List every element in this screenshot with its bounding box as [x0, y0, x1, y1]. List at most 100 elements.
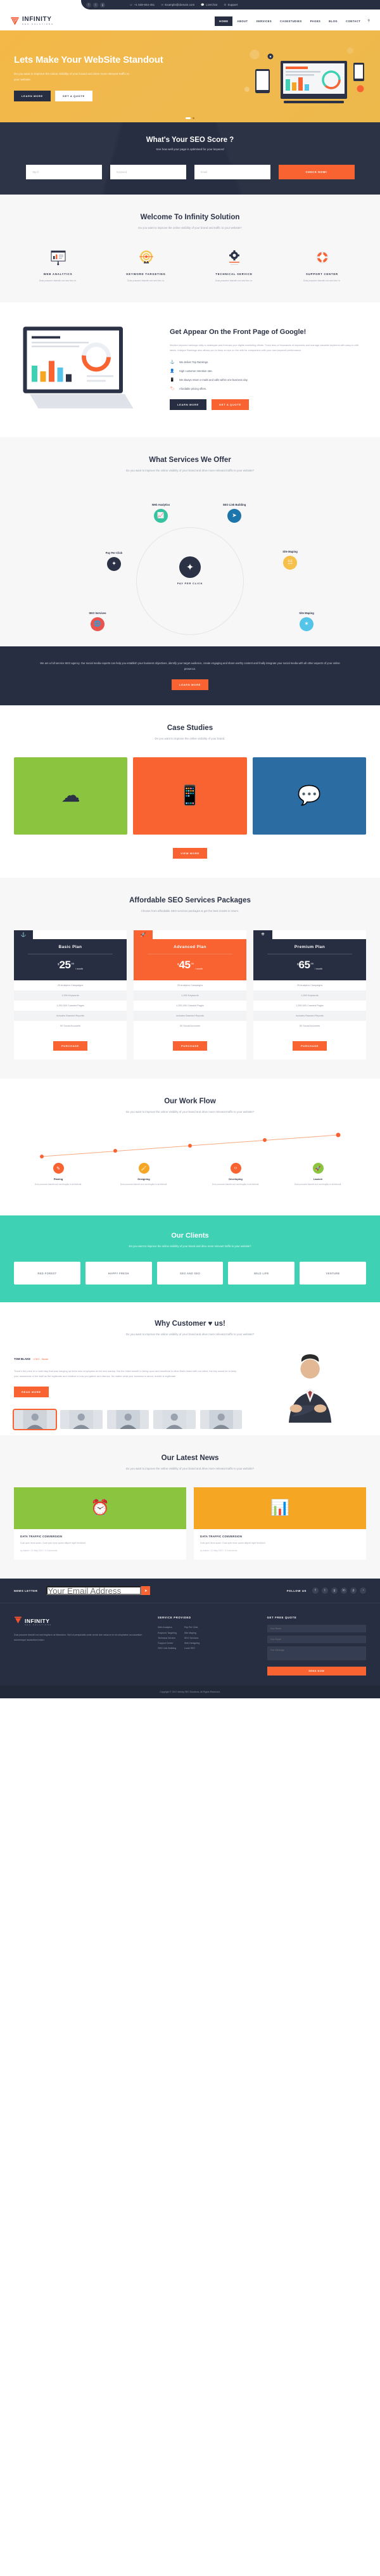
send-icon[interactable]: ➤	[141, 1586, 151, 1596]
service-node-site-maping-top[interactable]: Site Maping ☷	[268, 550, 312, 570]
case-study-card[interactable]: ☁	[14, 757, 128, 835]
client-logo[interactable]: RED FOREST	[14, 1262, 80, 1285]
quote-email-input[interactable]	[267, 1636, 367, 1644]
client-logo[interactable]: WILD LIFE	[228, 1262, 295, 1285]
quote-message-input[interactable]	[267, 1646, 367, 1661]
plan-footer: PURCHASE	[14, 1031, 127, 1060]
avatar[interactable]	[60, 1410, 103, 1430]
services-subtitle: Do you want to improve the online visibi…	[125, 469, 255, 473]
cursor-click-icon[interactable]: ✦	[179, 556, 201, 578]
workflow-step-planing[interactable]: ✎ Planing Duis posuere blandit orci sed …	[31, 1163, 86, 1186]
hero-get-quote-button[interactable]: GET A QUOTE	[54, 90, 92, 101]
nav-item-services[interactable]: SERVICES	[252, 17, 276, 25]
feature-card[interactable]: TECHNICAL SERVICE Duis posuere blandit o…	[190, 247, 278, 283]
facebook-icon[interactable]: f	[86, 2, 91, 8]
service-node-seo-link-building[interactable]: SEO Link Building ➤	[212, 503, 256, 523]
service-node-web-analytics[interactable]: Web Analytics 📈	[139, 503, 183, 523]
nav-item-contact[interactable]: CONTACT	[342, 17, 364, 25]
pricing-card-basic[interactable]: ⚓ Basic Plan $ 25 .99 / month 25 Analyti…	[14, 930, 127, 1060]
purchase-button[interactable]: PURCHASE	[172, 1041, 208, 1051]
footer-link[interactable]: Pay Per Click	[184, 1625, 200, 1630]
feature-card[interactable]: SUPPORT CENTER Duis posuere blandit orci…	[278, 247, 366, 283]
purchase-button[interactable]: PURCHASE	[53, 1041, 88, 1051]
footer-link[interactable]: SEO Services	[184, 1636, 200, 1641]
nav-item-casestudies[interactable]: CASESTUDIES	[276, 17, 306, 25]
carousel-dot-2[interactable]	[193, 117, 194, 119]
welcome-feature-list: WEB ANALYTICS Duis posuere blandit orci …	[14, 247, 366, 283]
testimonial-read-more-button[interactable]: READ MORE	[14, 1387, 49, 1398]
workflow-step-launch[interactable]: 🚀 Launch Duis posuere blandit orci sed t…	[291, 1163, 345, 1186]
service-node-seo-services[interactable]: SEO Services 🌐	[75, 612, 120, 631]
case-study-card[interactable]: 📱	[133, 757, 247, 835]
google-plus-icon[interactable]: g	[100, 2, 105, 8]
client-logo[interactable]: HAPPY FRESH	[85, 1262, 152, 1285]
client-logo[interactable]: VENTURE	[300, 1262, 366, 1285]
code-icon: ‹›	[230, 1163, 241, 1174]
service-node-site-maping-bottom[interactable]: Site Maping ✶	[284, 612, 329, 631]
step-title: Designing	[137, 1177, 150, 1181]
front-page-get-quote-button[interactable]: GET A QUOTE	[211, 399, 249, 411]
phone-number: +1 548-554-451	[134, 3, 155, 6]
footer-link[interactable]: Site Maping	[184, 1631, 200, 1636]
benefit-item: 🏷 Afordable pricing offers.	[170, 387, 366, 391]
site-logo[interactable]: INFINITY SEO SOLUTIONS	[10, 16, 54, 26]
support-item[interactable]: ⚙ Support	[224, 3, 238, 7]
news-card[interactable]: 📊 DATA TRAFFIC CONVERSION Duis quis risu…	[194, 1487, 366, 1560]
envelope-icon: ✉	[161, 3, 164, 6]
feature-card[interactable]: WEB ANALYTICS Duis posuere blandit orci …	[14, 247, 102, 283]
front-page-learn-more-button[interactable]: LEARN MORE	[170, 399, 206, 411]
testimonial-avatar-list	[12, 1409, 243, 1431]
email-input[interactable]	[194, 165, 270, 179]
nav-item-pages[interactable]: PAGES	[307, 17, 325, 25]
footer-link[interactable]: Local SEO	[184, 1646, 200, 1651]
carousel-dot-1[interactable]	[186, 117, 191, 119]
nav-item-about[interactable]: ABOUT	[233, 17, 251, 25]
pricing-title: Affordable SEO Services Packages	[129, 896, 251, 904]
hero-learn-more-button[interactable]: LEARN MORE	[14, 90, 51, 101]
pricing-card-premium[interactable]: ⎈ Premium Plan $ 65 .99 / month 25 Analy…	[253, 930, 366, 1060]
footer-link[interactable]: Web Analytics	[158, 1625, 177, 1630]
keyword-input[interactable]	[110, 165, 186, 179]
nav-item-home[interactable]: HOME	[215, 16, 233, 26]
twitter-icon[interactable]: t	[93, 2, 98, 8]
linkedin-icon[interactable]: in	[341, 1587, 347, 1594]
livechat-item[interactable]: 💬 LiveChat	[201, 3, 217, 7]
newsletter-email-input[interactable]	[46, 1586, 142, 1596]
footer-link[interactable]: Support Center	[158, 1641, 177, 1646]
service-node-pay-per-click[interactable]: Pay Per Click ✦	[92, 551, 136, 571]
cta-learn-more-button[interactable]: LEARN MORE	[172, 679, 208, 691]
nav-item-blog[interactable]: BLOG	[325, 17, 341, 25]
avatar[interactable]	[106, 1410, 149, 1430]
avatar[interactable]	[200, 1410, 243, 1430]
feature-card[interactable]: KEYWORD TARGETING Duis posuere blandit o…	[102, 247, 190, 283]
twitter-icon[interactable]: t	[322, 1587, 328, 1594]
url-input[interactable]	[25, 165, 102, 179]
facebook-icon[interactable]: f	[312, 1587, 319, 1594]
rss-icon[interactable]: ◔	[360, 1587, 366, 1594]
tablet-illustration	[14, 320, 160, 418]
footer-link[interactable]: SEO Link Building	[158, 1646, 177, 1651]
footer-link[interactable]: Technical Service	[158, 1636, 177, 1641]
avatar[interactable]	[12, 1409, 58, 1431]
phone-item[interactable]: ☏ +1 548-554-451	[129, 3, 155, 7]
google-plus-icon[interactable]: g	[331, 1587, 338, 1594]
pinterest-icon[interactable]: p	[350, 1587, 357, 1594]
footer-link[interactable]: Keyword Targeting	[158, 1631, 177, 1636]
pricing-card-advanced[interactable]: 🚀 Advanced Plan $ 45 .99 / month 25 Anal…	[134, 930, 246, 1060]
email-item[interactable]: ✉ Example@domain.com	[161, 3, 194, 7]
search-icon[interactable]: ⚲	[367, 19, 370, 23]
workflow-step-developing[interactable]: ‹› Developing Duis posuere blandit orci …	[208, 1163, 263, 1186]
case-study-card[interactable]: 💬	[252, 757, 366, 835]
feature-desc: Duis posuere blandit orci sed tinc in.	[39, 279, 77, 283]
news-card[interactable]: ⏰ DATA TRAFFIC CONVERSION Duis quis risu…	[14, 1487, 186, 1560]
workflow-step-designing[interactable]: 🖌 Designing Duis posuere blandit orci se…	[117, 1163, 171, 1186]
avatar[interactable]	[153, 1410, 196, 1430]
footer-logo[interactable]: INFINITY SEO SOLUTIONS	[14, 1616, 148, 1627]
check-now-button[interactable]: CHECK NOW!	[278, 165, 355, 179]
client-logo[interactable]: SEO AND SEO	[156, 1262, 224, 1285]
purchase-button[interactable]: PURCHASE	[292, 1041, 327, 1051]
view-more-button[interactable]: VIEW MORE	[173, 847, 207, 859]
send-now-button[interactable]: SEND NOW	[267, 1667, 367, 1676]
quote-name-input[interactable]	[267, 1625, 367, 1633]
footer-link[interactable]: Web Designing	[184, 1641, 200, 1646]
